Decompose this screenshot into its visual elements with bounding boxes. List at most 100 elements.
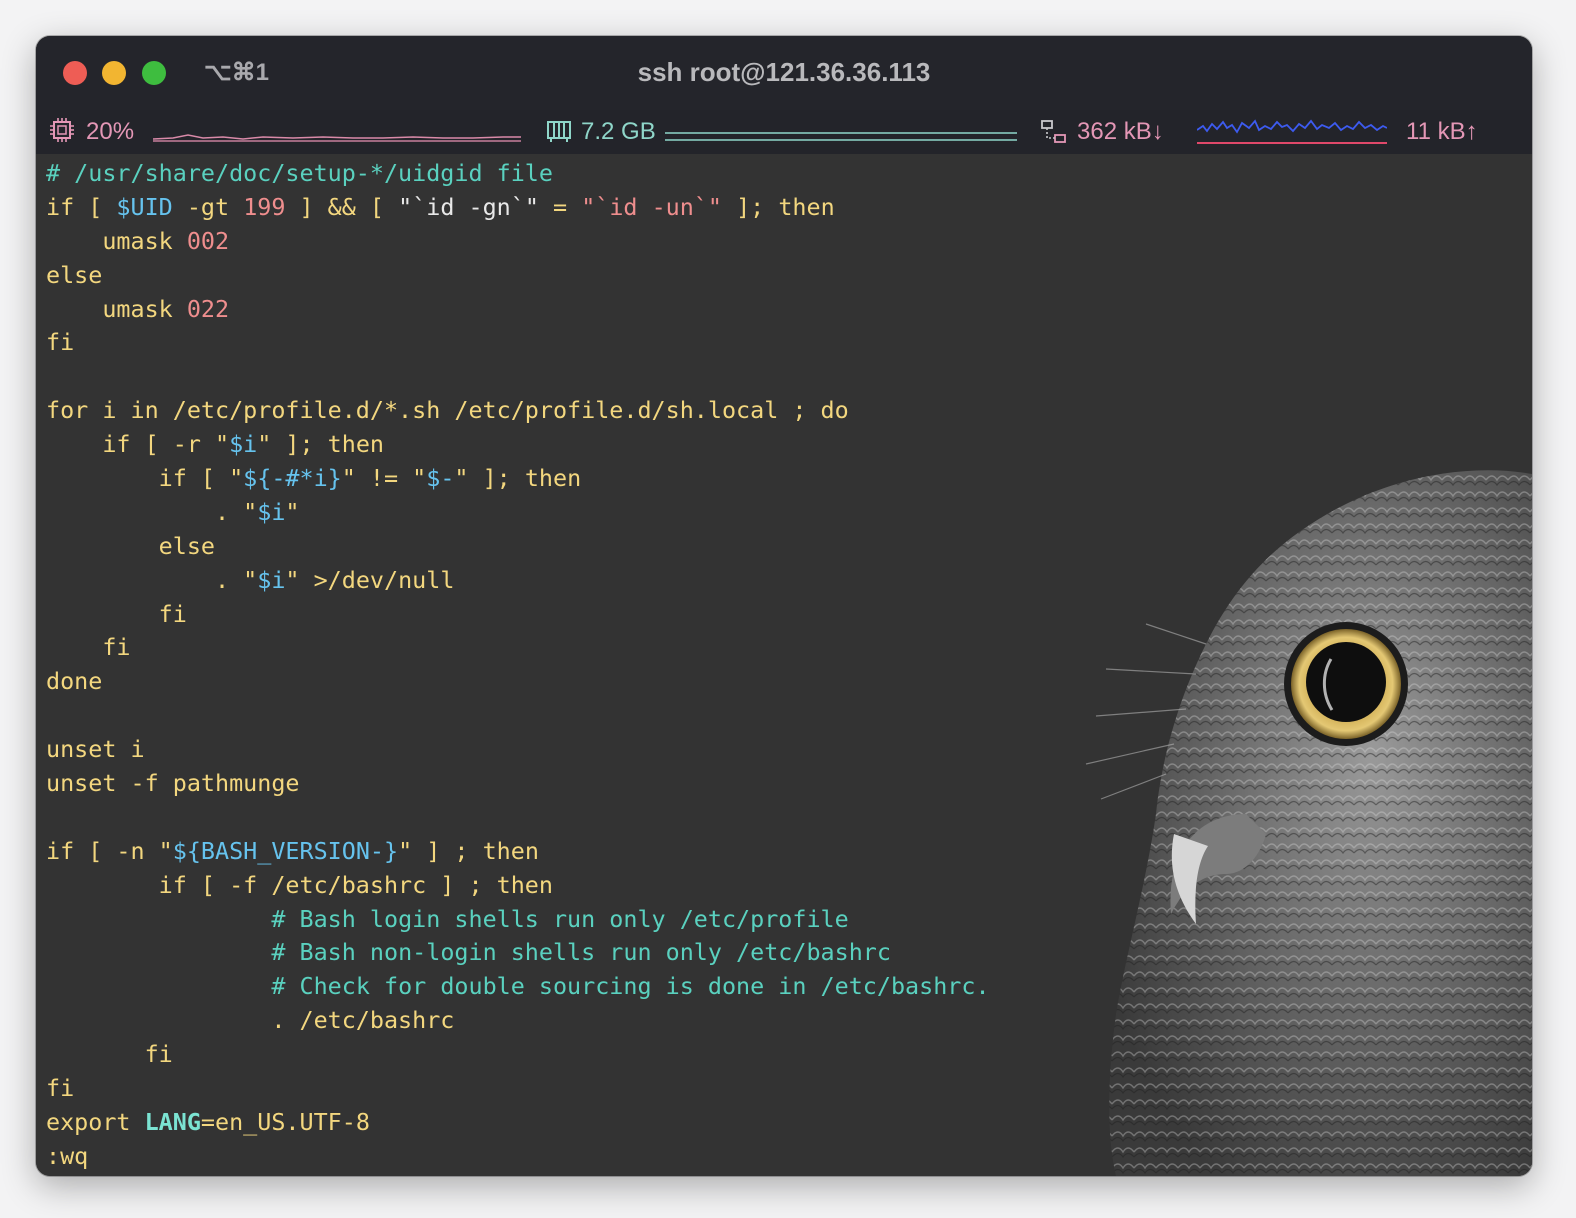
code-token: if [ "	[46, 464, 244, 493]
code-token: . /etc/bashrc	[46, 1006, 455, 1035]
code-token: $i	[257, 565, 286, 594]
code-line: . "$i" >/dev/null	[46, 564, 990, 598]
code-line: fi	[46, 631, 990, 665]
code-line: if [ -n "${BASH_VERSION-}" ] ; then	[46, 835, 990, 869]
code-line: if [ $UID -gt 199 ] && [ "`id -gn`" = "`…	[46, 191, 990, 225]
code-token: # Check for double sourcing is done in /…	[271, 972, 990, 1001]
code-token: # Bash non-login shells run only /etc/ba…	[271, 938, 891, 967]
code-line: export LANG=en_US.UTF-8	[46, 1106, 990, 1140]
code-token: fi	[46, 599, 187, 628]
code-line: . "$i"	[46, 496, 990, 530]
code-token: for i in /etc/profile.d/*.sh /etc/profil…	[46, 396, 849, 425]
code-token: =	[538, 192, 582, 221]
code-token: ${BASH_VERSION-}	[172, 836, 399, 865]
code-token: unset -f pathmunge	[46, 769, 300, 798]
code-line: else	[46, 530, 990, 564]
cpu-usage: 20%	[86, 118, 135, 145]
code-line: # Bash non-login shells run only /etc/ba…	[46, 936, 990, 970]
code-line: fi	[46, 326, 990, 360]
owl-wallpaper	[1085, 470, 1532, 1176]
code-token: ]; then	[722, 192, 835, 221]
code-token: =en_US.UTF-8	[200, 1107, 370, 1136]
code-token: "`id -un`"	[581, 192, 723, 221]
network-sparkline	[1197, 119, 1387, 144]
code-token: if [ -r "	[46, 430, 230, 459]
code-line: unset i	[46, 733, 990, 767]
code-line: umask 002	[46, 225, 990, 259]
code-line: else	[46, 259, 990, 293]
title-bar: ⌥⌘1 ssh root@121.36.36.113	[36, 36, 1532, 110]
code-token: # /usr/share/doc/setup-*/uidgid file	[46, 159, 553, 187]
code-token: " != "	[341, 464, 427, 493]
cpu-sparkline	[153, 134, 521, 142]
cpu-icon	[50, 118, 74, 142]
code-line: fi	[46, 1038, 990, 1072]
code-line: if [ -f /etc/bashrc ] ; then	[46, 869, 990, 903]
terminal-content[interactable]: # /usr/share/doc/setup-*/uidgid file if […	[36, 154, 1532, 1176]
code-token: else	[46, 260, 103, 289]
code-token: fi	[46, 328, 75, 357]
editor-text[interactable]: # /usr/share/doc/setup-*/uidgid file if […	[46, 157, 990, 1174]
code-token: 002	[186, 226, 230, 255]
memory-icon	[547, 121, 571, 142]
code-token: $i	[229, 430, 258, 459]
code-token: # Bash login shells run only /etc/profil…	[271, 904, 849, 933]
code-line: fi	[46, 598, 990, 632]
code-line: umask 022	[46, 293, 990, 327]
network-download: 362 kB↓	[1077, 118, 1164, 145]
code-token: "`id -gn`"	[398, 192, 539, 221]
network-upload: 11 kB↑	[1406, 118, 1478, 145]
code-token: else	[46, 531, 215, 560]
window-title: ssh root@121.36.36.113	[637, 57, 931, 87]
code-token: fi	[46, 633, 131, 662]
code-line: if [ -r "$i" ]; then	[46, 428, 990, 462]
code-token: $-	[426, 464, 455, 493]
code-line: # /usr/share/doc/setup-*/uidgid file	[46, 157, 990, 191]
code-token: . "	[46, 497, 258, 526]
network-icon	[1041, 120, 1066, 143]
code-token: 022	[186, 294, 230, 323]
code-line: fi	[46, 1072, 990, 1106]
code-token: "	[285, 497, 300, 526]
code-line: . /etc/bashrc	[46, 1004, 990, 1038]
code-token: $UID	[116, 192, 173, 221]
code-token: 199	[243, 192, 286, 221]
code-token: umask	[46, 226, 187, 255]
code-token: . "	[46, 565, 258, 594]
code-token: -gt	[172, 192, 244, 221]
code-line: # Check for double sourcing is done in /…	[46, 970, 990, 1004]
memory-sparkline	[665, 132, 1017, 141]
code-line: # Bash login shells run only /etc/profil…	[46, 903, 990, 937]
code-token: if [ -f /etc/bashrc ] ; then	[46, 870, 553, 899]
code-token: if [	[46, 192, 117, 221]
code-token: " >/dev/null	[285, 565, 455, 594]
code-token: " ]; then	[257, 430, 384, 459]
memory-usage: 7.2 GB	[581, 118, 656, 145]
code-token: ${-#*i}	[243, 464, 342, 493]
code-token: export	[46, 1107, 145, 1136]
code-line: :wq	[46, 1140, 990, 1174]
code-token: if [ -n "	[46, 836, 173, 865]
code-token: fi	[46, 1074, 75, 1103]
code-token: " ] ; then	[398, 836, 539, 865]
code-token: done	[46, 667, 103, 696]
code-line: if [ "${-#*i}" != "$-" ]; then	[46, 462, 990, 496]
code-line: unset -f pathmunge	[46, 767, 990, 801]
code-token: " ]; then	[454, 464, 582, 493]
code-token: umask	[46, 294, 187, 323]
code-line: for i in /etc/profile.d/*.sh /etc/profil…	[46, 394, 990, 428]
code-token: ] && [	[285, 192, 399, 221]
code-token: LANG	[144, 1107, 201, 1136]
code-token: unset i	[46, 735, 145, 764]
terminal-window: ⌥⌘1 ssh root@121.36.36.113 20% 7.2 GB 36…	[36, 36, 1532, 1176]
status-bar: 20% 7.2 GB 362 kB↓ 11 kB↑	[36, 110, 1532, 154]
code-token: $i	[257, 497, 286, 526]
code-token: :wq	[46, 1141, 89, 1170]
code-line: done	[46, 665, 990, 699]
